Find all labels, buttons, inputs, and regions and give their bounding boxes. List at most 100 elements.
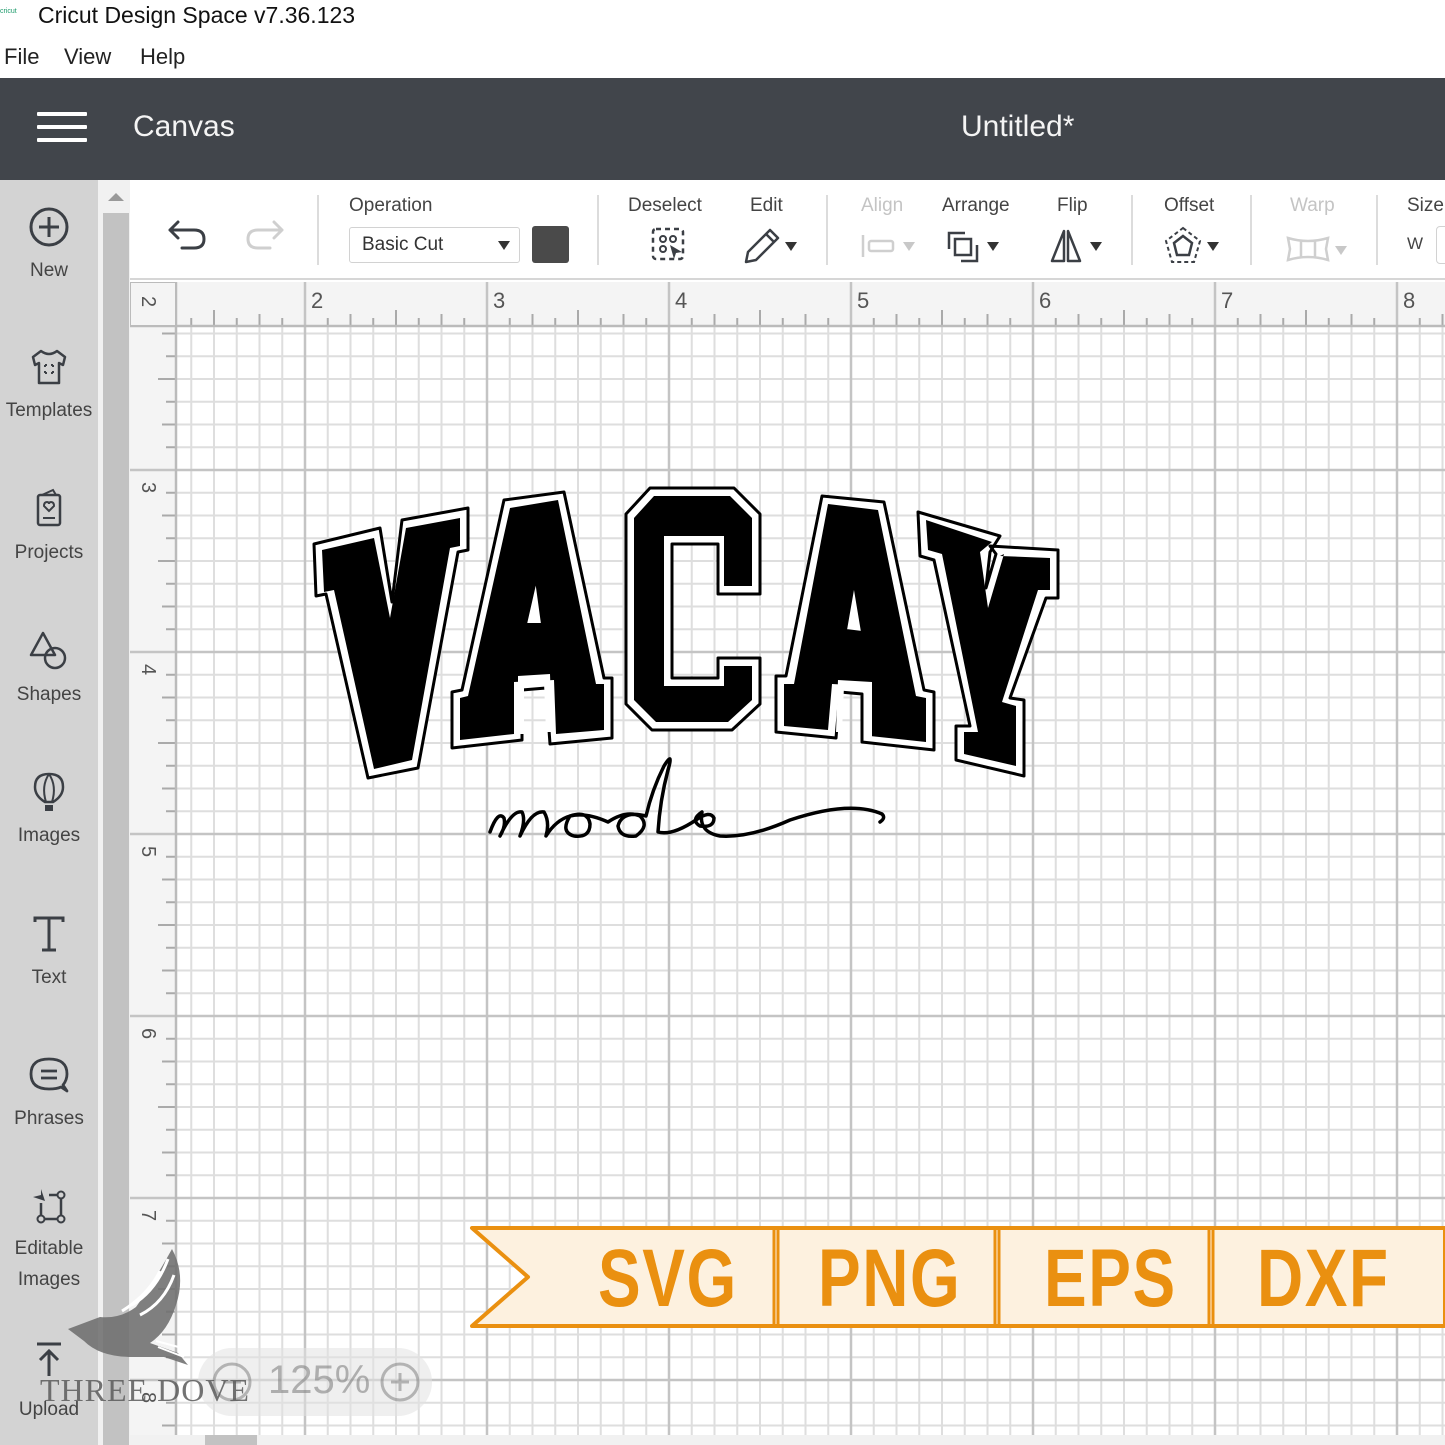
deselect-button[interactable] bbox=[650, 226, 688, 264]
toolbar-divider bbox=[1131, 195, 1133, 265]
menu-view[interactable]: View bbox=[64, 44, 111, 70]
window-title: Cricut Design Space v7.36.123 bbox=[38, 2, 356, 28]
speech-bubble-icon bbox=[29, 1057, 69, 1093]
vacay-mode-design[interactable] bbox=[300, 470, 1080, 860]
arrange-chevron-down-icon[interactable] bbox=[987, 242, 999, 251]
plus-circle-icon bbox=[29, 207, 69, 247]
sidebar-item-projects[interactable]: Projects bbox=[0, 487, 98, 569]
card-heart-icon bbox=[36, 488, 62, 527]
hamburger-menu-icon[interactable] bbox=[37, 112, 87, 144]
ruler-label-x: 6 bbox=[1039, 288, 1051, 313]
arrange-label: Arrange bbox=[942, 195, 1010, 216]
ruler-label-x: 8 bbox=[1403, 288, 1415, 313]
ruler-label-y: 6 bbox=[137, 1028, 159, 1039]
editable-images-icon bbox=[33, 1189, 66, 1224]
flip-icon[interactable] bbox=[1048, 227, 1084, 265]
format-png: PNG bbox=[818, 1233, 962, 1324]
ruler-label-x: 4 bbox=[675, 288, 687, 313]
letter-c bbox=[624, 486, 762, 732]
sidebar-item-shapes[interactable]: Shapes bbox=[0, 629, 98, 711]
zoom-level: 125% bbox=[268, 1358, 371, 1402]
deselect-label: Deselect bbox=[628, 195, 702, 216]
ruler-label-y: 7 bbox=[137, 1210, 159, 1221]
window-title-bar: cricut Cricut Design Space v7.36.123 bbox=[0, 0, 1445, 34]
dove-watermark-icon bbox=[68, 1249, 188, 1365]
sidebar-item-phrases[interactable]: Phrases bbox=[0, 1053, 98, 1135]
toolbar-divider bbox=[826, 195, 828, 265]
size-width-label: W bbox=[1407, 234, 1424, 253]
align-chevron-down-icon[interactable] bbox=[903, 242, 915, 251]
letter-a-2 bbox=[774, 494, 936, 752]
shapes-icon bbox=[29, 631, 67, 670]
sidebar-label: Images bbox=[17, 825, 81, 846]
align-label: Align bbox=[861, 195, 904, 216]
offset-chevron-down-icon[interactable] bbox=[1207, 242, 1219, 251]
sidebar-label: New bbox=[29, 260, 68, 281]
letter-v bbox=[312, 506, 470, 780]
ruler-label-x: 7 bbox=[1221, 288, 1233, 313]
flip-chevron-down-icon[interactable] bbox=[1090, 242, 1102, 251]
zoom-in-icon[interactable] bbox=[378, 1360, 422, 1404]
sidebar-item-templates[interactable]: Templates bbox=[0, 345, 98, 427]
tshirt-icon bbox=[31, 349, 67, 385]
flip-label: Flip bbox=[1057, 195, 1088, 216]
ruler-label-y: 4 bbox=[137, 664, 159, 675]
redo-icon[interactable] bbox=[242, 216, 286, 256]
balloon-icon bbox=[33, 772, 65, 811]
edit-toolbar bbox=[130, 180, 1445, 280]
header-section-title: Canvas bbox=[133, 110, 235, 143]
warp-icon[interactable] bbox=[1286, 235, 1330, 263]
operation-label: Operation bbox=[349, 195, 433, 216]
arrange-icon[interactable] bbox=[945, 229, 981, 265]
sidebar-item-images[interactable]: Images bbox=[0, 770, 98, 852]
menu-bar: File View Help bbox=[0, 34, 1445, 78]
watermark-text: THREE DOVE bbox=[40, 1372, 250, 1408]
cricut-logo-icon: cricut bbox=[0, 8, 17, 15]
letter-y bbox=[916, 510, 1060, 778]
toolbar-divider bbox=[1376, 195, 1378, 265]
sidebar-label: Templates bbox=[5, 400, 93, 421]
toolbar-divider bbox=[1250, 195, 1252, 265]
sidebar-label: Shapes bbox=[16, 684, 82, 705]
edit-chevron-down-icon[interactable] bbox=[785, 242, 797, 251]
ruler-label-x: 2 bbox=[311, 288, 323, 313]
ruler-corner-label: 2 bbox=[137, 296, 159, 307]
scroll-up-arrow-icon[interactable] bbox=[108, 193, 124, 201]
sidebar-label: Text bbox=[31, 967, 67, 988]
menu-file[interactable]: File bbox=[4, 44, 39, 70]
operation-color-swatch[interactable] bbox=[532, 226, 569, 263]
size-width-input[interactable] bbox=[1436, 226, 1445, 264]
undo-icon[interactable] bbox=[166, 216, 210, 256]
pencil-edit-icon[interactable] bbox=[742, 226, 782, 266]
operation-select-value: Basic Cut bbox=[362, 234, 444, 255]
sidebar-label: Projects bbox=[14, 542, 84, 563]
ruler-label-x: 3 bbox=[493, 288, 505, 313]
vacay-letters bbox=[312, 486, 1060, 780]
horizontal-scroll-thumb[interactable] bbox=[205, 1435, 257, 1445]
chevron-down-icon bbox=[498, 241, 510, 250]
sidebar-item-new[interactable]: New bbox=[0, 205, 98, 287]
letter-a bbox=[450, 490, 614, 750]
offset-icon[interactable] bbox=[1164, 226, 1202, 266]
ruler-label-x: 5 bbox=[857, 288, 869, 313]
size-label: Size bbox=[1407, 195, 1444, 216]
horizontal-scrollbar[interactable] bbox=[130, 1435, 1445, 1445]
text-t-icon bbox=[33, 916, 65, 952]
offset-label: Offset bbox=[1164, 195, 1215, 216]
operation-select[interactable]: Basic Cut bbox=[349, 227, 520, 263]
format-dxf: DXF bbox=[1257, 1233, 1390, 1324]
document-title: Untitled* bbox=[961, 110, 1075, 143]
format-eps: EPS bbox=[1044, 1233, 1177, 1324]
toolbar-divider bbox=[317, 195, 319, 265]
menu-help[interactable]: Help bbox=[140, 44, 185, 70]
warp-label: Warp bbox=[1290, 195, 1335, 216]
toolbar-divider bbox=[597, 195, 599, 265]
warp-chevron-down-icon[interactable] bbox=[1335, 246, 1347, 255]
align-icon[interactable] bbox=[860, 233, 896, 259]
sidebar-item-text[interactable]: Text bbox=[0, 912, 98, 994]
ruler-label-y: 5 bbox=[137, 846, 159, 857]
sidebar-label: Phrases bbox=[14, 1108, 84, 1129]
edit-label: Edit bbox=[750, 195, 783, 216]
ruler-label-y: 3 bbox=[137, 482, 159, 493]
format-svg: SVG bbox=[598, 1233, 738, 1324]
